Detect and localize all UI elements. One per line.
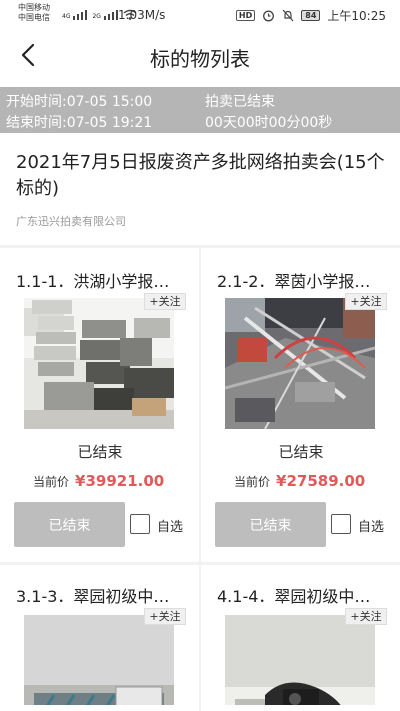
status-bar: 中国移动 中国电信 4G 2G 1.03M/s HD 84 上午10:25	[0, 0, 400, 30]
clock: 上午10:25	[327, 9, 386, 23]
carrier-1: 中国移动	[18, 3, 50, 12]
price-row: 当前价 ¥27589.00	[234, 471, 365, 490]
favorite-checkbox[interactable]	[331, 514, 351, 534]
price-label: 当前价	[234, 475, 271, 489]
favorite-label[interactable]: 自选	[358, 516, 384, 535]
follow-button[interactable]: +关注	[345, 293, 387, 310]
lot-title[interactable]: 2.1-2．翠茵小学报…	[217, 268, 370, 292]
network-1-label: 4G	[62, 13, 71, 20]
alarm-icon	[263, 10, 275, 22]
lot-card[interactable]: 4.1-4．翠园初级中… +关注	[201, 565, 400, 711]
lot-status: 已结束	[278, 443, 324, 461]
auction-status: 拍卖已结束	[205, 94, 275, 110]
lot-card[interactable]: 1.1-1．洪湖小学报… +关注 已结束 当前价 ¥39921.00 已结束 自…	[0, 248, 200, 562]
page-title: 标的物列表	[150, 47, 250, 71]
auction-company: 广东迅兴拍卖有限公司	[16, 215, 126, 228]
mute-icon	[282, 9, 294, 22]
favorite-label[interactable]: 自选	[157, 516, 183, 535]
follow-button[interactable]: +关注	[345, 608, 387, 625]
hd-icon: HD	[235, 10, 256, 21]
lot-title[interactable]: 1.1-1．洪湖小学报…	[16, 268, 169, 292]
lot-photo[interactable]	[24, 298, 174, 429]
carrier-2: 中国电信	[18, 13, 50, 22]
network-speed: 1.03M/s	[118, 8, 166, 22]
lot-photo[interactable]	[225, 615, 375, 705]
lot-status: 已结束	[77, 443, 123, 461]
lot-title[interactable]: 4.1-4．翠园初级中…	[217, 583, 370, 607]
nav-bar: 标的物列表	[0, 30, 400, 82]
start-time: 开始时间:07-05 15:00	[6, 94, 153, 110]
current-price: ¥39921.00	[75, 472, 165, 490]
battery-icon: 84	[301, 10, 321, 21]
lot-card[interactable]: 3.1-3．翠园初级中… +关注	[0, 565, 200, 711]
ended-button[interactable]: 已结束	[215, 502, 326, 547]
favorite-checkbox[interactable]	[130, 514, 150, 534]
price-label: 当前价	[33, 475, 70, 489]
lot-title[interactable]: 3.1-3．翠园初级中…	[16, 583, 169, 607]
price-row: 当前价 ¥39921.00	[33, 471, 164, 490]
status-icons: HD 84 上午10:25	[235, 7, 386, 24]
auction-time-banner: 开始时间:07-05 15:00 结束时间:07-05 19:21 拍卖已结束 …	[0, 87, 400, 133]
carrier-info: 中国移动 中国电信	[18, 3, 50, 23]
lot-photo[interactable]	[24, 615, 174, 705]
auction-title: 2021年7月5日报废资产多批网络拍卖会(15个标的)	[16, 152, 385, 199]
lot-photo[interactable]	[225, 298, 375, 429]
follow-button[interactable]: +关注	[144, 293, 186, 310]
follow-button[interactable]: +关注	[144, 608, 186, 625]
ended-button[interactable]: 已结束	[14, 502, 125, 547]
lot-card[interactable]: 2.1-2．翠茵小学报… +关注 已结束 当前价 ¥27589.00 已结束 自选	[201, 248, 400, 562]
end-time: 结束时间:07-05 19:21	[6, 115, 153, 131]
network-2-label: 2G	[92, 13, 101, 20]
current-price: ¥27589.00	[276, 472, 366, 490]
countdown: 00天00时00分00秒	[205, 115, 333, 131]
